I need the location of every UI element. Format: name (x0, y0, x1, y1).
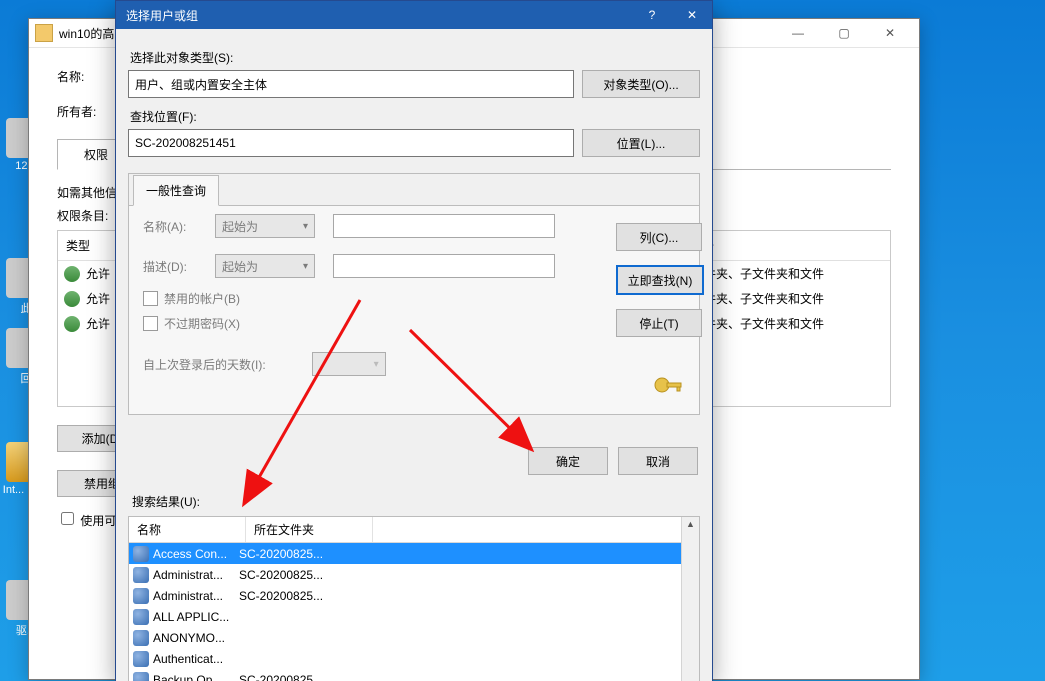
result-row[interactable]: Administrat...SC-20200825... (129, 564, 681, 585)
group-icon (133, 672, 149, 681)
result-folder: SC-20200825... (239, 547, 349, 561)
disabled-accounts-label: 禁用的帐户(B) (164, 290, 240, 307)
object-type-label: 选择此对象类型(S): (130, 49, 700, 66)
result-row[interactable]: ANONYMO... (129, 627, 681, 648)
location-label: 查找位置(F): (130, 108, 700, 125)
close-button[interactable]: ✕ (672, 1, 712, 29)
replace-checkbox[interactable] (61, 512, 74, 525)
result-name: Access Con... (153, 547, 239, 561)
result-name: Authenticat... (153, 652, 239, 666)
result-folder: SC-20200825... (239, 673, 349, 681)
stop-button[interactable]: 停止(T) (616, 309, 702, 337)
result-name: Backup Op... (153, 673, 239, 681)
col-folder[interactable]: 所在文件夹 (246, 517, 373, 542)
result-name: Administrat... (153, 568, 239, 582)
dialog-title: 选择用户或组 (126, 7, 632, 24)
folder-icon (35, 24, 53, 42)
locations-button[interactable]: 位置(L)... (582, 129, 700, 157)
user-icon (64, 266, 80, 282)
name-label: 名称(A): (143, 218, 215, 235)
close-button[interactable]: ✕ (867, 19, 913, 47)
results-grid[interactable]: 名称 所在文件夹 Access Con...SC-20200825...Admi… (128, 516, 700, 681)
group-icon (133, 546, 149, 562)
object-types-button[interactable]: 对象类型(O)... (582, 70, 700, 98)
result-name: ANONYMO... (153, 631, 239, 645)
find-now-button[interactable]: 立即查找(N) (616, 265, 704, 295)
result-row[interactable]: Authenticat... (129, 648, 681, 669)
result-row[interactable]: ALL APPLIC... (129, 606, 681, 627)
key-icon (652, 373, 684, 397)
desc-operator-combo[interactable]: 起始为▾ (215, 254, 315, 278)
result-name: ALL APPLIC... (153, 610, 239, 624)
group-icon (133, 651, 149, 667)
group-icon (133, 588, 149, 604)
col-name[interactable]: 名称 (129, 517, 246, 542)
name-label: 名称: (57, 68, 113, 85)
help-button[interactable]: ? (632, 1, 672, 29)
result-row[interactable]: Administrat...SC-20200825... (129, 585, 681, 606)
name-input[interactable] (333, 214, 555, 238)
disabled-accounts-checkbox[interactable] (143, 291, 158, 306)
result-folder: SC-20200825... (239, 589, 349, 603)
days-since-logon-label: 自上次登录后的天数(I): (143, 356, 266, 373)
desc-label: 描述(D): (143, 258, 215, 275)
result-folder: SC-20200825... (239, 568, 349, 582)
days-combo[interactable]: ▾ (312, 352, 386, 376)
minimize-button[interactable]: — (775, 19, 821, 47)
user-icon (64, 291, 80, 307)
scrollbar[interactable]: ▲ ▼ (681, 517, 699, 681)
group-icon (133, 630, 149, 646)
location-input[interactable] (128, 129, 574, 157)
non-expiring-label: 不过期密码(X) (164, 315, 240, 332)
name-operator-combo[interactable]: 起始为▾ (215, 214, 315, 238)
user-icon (64, 316, 80, 332)
col-applies[interactable]: 于 (694, 231, 890, 260)
result-row[interactable]: Backup Op...SC-20200825... (129, 669, 681, 681)
scroll-up-icon[interactable]: ▲ (684, 517, 697, 531)
ok-button[interactable]: 确定 (528, 447, 608, 475)
columns-button[interactable]: 列(C)... (616, 223, 702, 251)
cancel-button[interactable]: 取消 (618, 447, 698, 475)
group-icon (133, 567, 149, 583)
result-name: Administrat... (153, 589, 239, 603)
search-results-label: 搜索结果(U): (132, 493, 700, 510)
select-user-dialog: 选择用户或组 ? ✕ 选择此对象类型(S): 对象类型(O)... 查找位置(F… (115, 0, 713, 681)
owner-label: 所有者: (57, 103, 113, 120)
result-row[interactable]: Access Con...SC-20200825... (129, 543, 681, 564)
non-expiring-checkbox[interactable] (143, 316, 158, 331)
tab-common-queries[interactable]: 一般性查询 (133, 175, 219, 206)
group-icon (133, 609, 149, 625)
desc-input[interactable] (333, 254, 555, 278)
maximize-button[interactable]: ▢ (821, 19, 867, 47)
object-type-input[interactable] (128, 70, 574, 98)
